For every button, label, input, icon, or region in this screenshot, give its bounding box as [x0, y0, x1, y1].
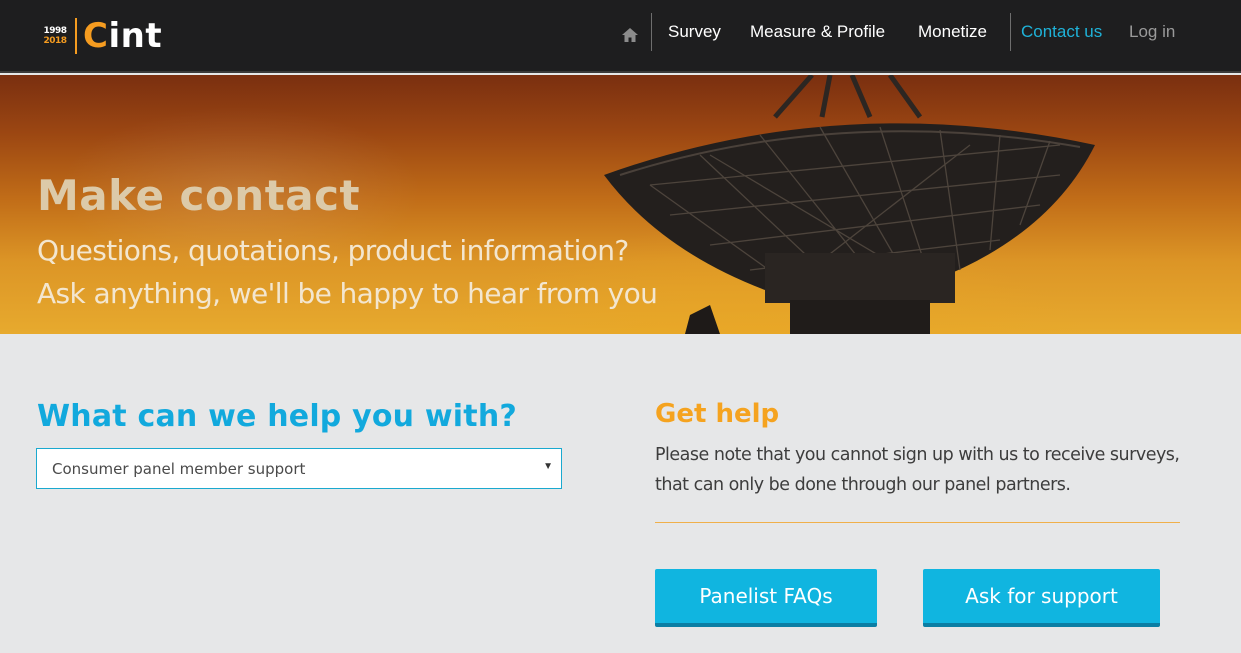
- hero-subtitle-line-2: Ask anything, we'll be happy to hear fro…: [37, 277, 658, 310]
- select-value: Consumer panel member support: [52, 460, 306, 478]
- hero-banner: Make contact Questions, quotations, prod…: [0, 75, 1241, 334]
- nav-survey[interactable]: Survey: [668, 22, 721, 42]
- cint-logo[interactable]: 1998 2018 Cint: [40, 16, 162, 56]
- home-icon[interactable]: [620, 24, 640, 46]
- get-help-heading: Get help: [655, 399, 780, 429]
- help-heading: What can we help you with?: [37, 399, 517, 434]
- nav-divider: [1010, 13, 1011, 51]
- logo-divider: [75, 18, 77, 54]
- top-navbar: 1998 2018 Cint Survey Measure & Profile …: [0, 0, 1241, 73]
- dropdown-arrow-icon: ▼: [543, 461, 553, 472]
- years-bottom: 2018: [43, 36, 67, 46]
- logo-wordmark: Cint: [83, 16, 163, 56]
- nav-monetize[interactable]: Monetize: [918, 22, 987, 42]
- nav-contact-us[interactable]: Contact us: [1021, 22, 1102, 42]
- anniversary-badge: 1998 2018: [40, 26, 70, 46]
- nav-divider: [651, 13, 652, 51]
- help-topic-select[interactable]: Consumer panel member support ▼: [36, 448, 562, 489]
- hero-title: Make contact: [37, 171, 361, 220]
- nav-log-in[interactable]: Log in: [1129, 22, 1175, 42]
- ask-for-support-button[interactable]: Ask for support: [923, 569, 1160, 627]
- hero-subtitle-line-1: Questions, quotations, product informati…: [37, 234, 629, 267]
- signup-note: Please note that you cannot sign up with…: [655, 445, 1180, 495]
- years-top: 1998: [43, 26, 67, 36]
- nav-measure-profile[interactable]: Measure & Profile: [750, 22, 885, 42]
- divider-line: [655, 522, 1180, 523]
- panelist-faqs-button[interactable]: Panelist FAQs: [655, 569, 877, 627]
- satellite-dish-image: [604, 75, 1095, 334]
